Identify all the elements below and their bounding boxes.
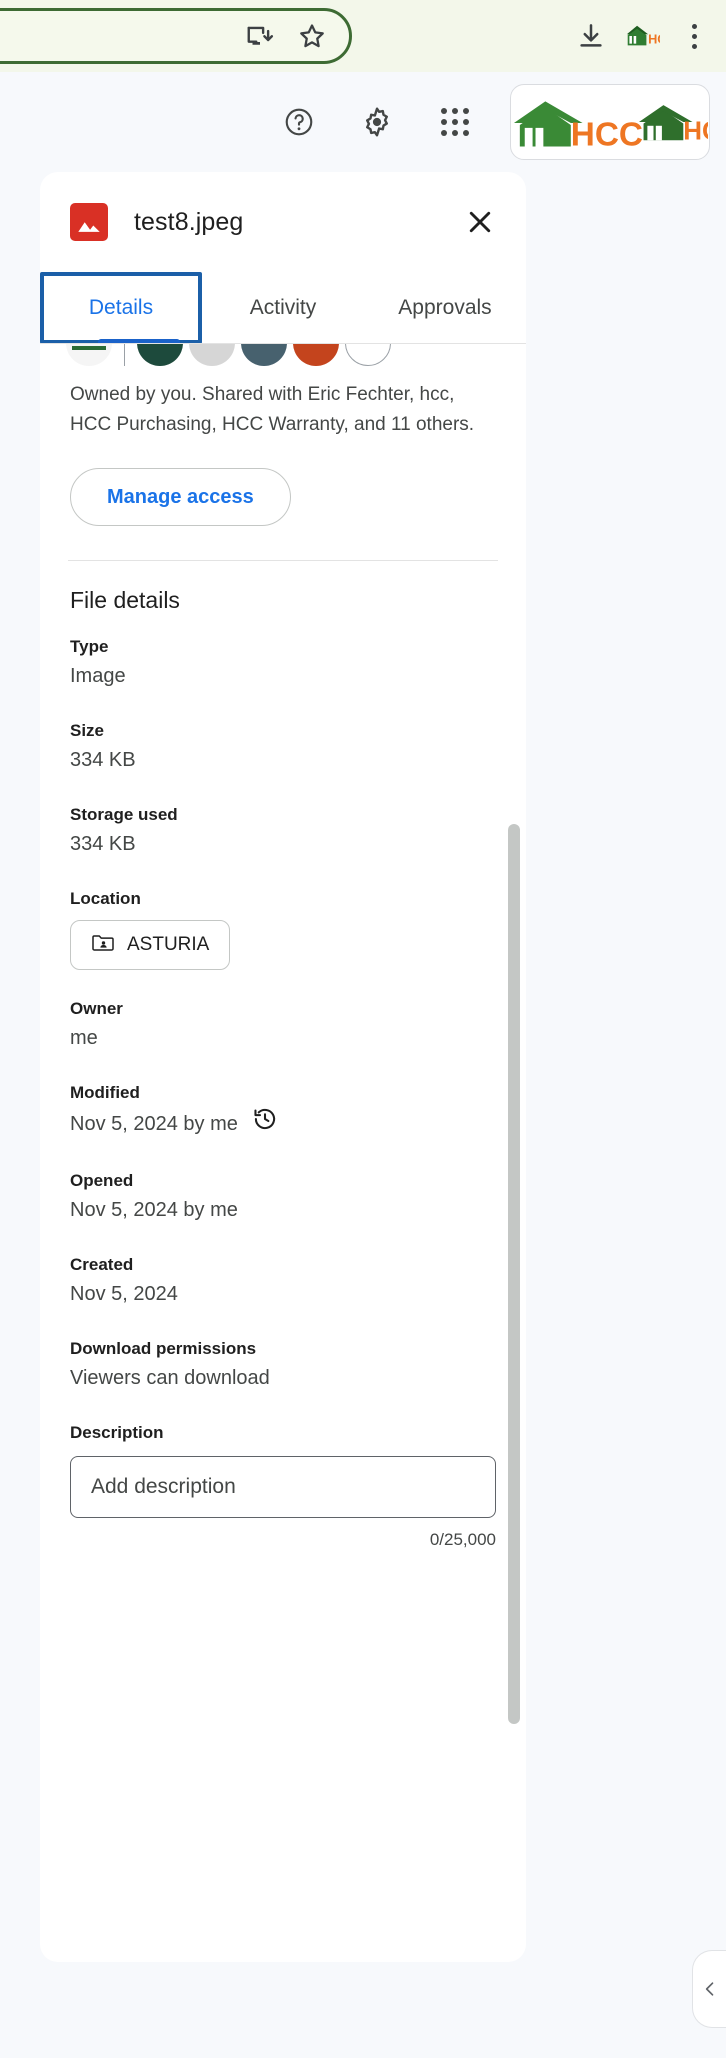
- kebab-dot: [691, 33, 697, 39]
- collapse-panel-button[interactable]: [692, 1950, 726, 2028]
- apps-grid-dots: [440, 107, 470, 137]
- field-value: 334 KB: [70, 833, 136, 855]
- field-location: Location ASTURIA: [70, 886, 496, 970]
- hcc-account-logo[interactable]: HCC HCC: [510, 84, 710, 160]
- chevron-left-icon: [705, 1982, 713, 1996]
- tab-activity-label: Activity: [249, 296, 317, 319]
- field-value: me: [70, 1027, 98, 1049]
- field-label: Owner: [70, 999, 123, 1018]
- field-value: Image: [70, 665, 126, 687]
- panel-tabs: Details Activity Approvals: [40, 272, 526, 344]
- field-label: Description: [70, 1423, 164, 1442]
- field-label: Type: [70, 637, 109, 656]
- field-owner: Owner me: [70, 996, 496, 1054]
- kebab-menu-icon[interactable]: [680, 19, 708, 53]
- field-label: Created: [70, 1255, 134, 1274]
- omnibox[interactable]: [0, 8, 352, 64]
- shared-avatars[interactable]: [40, 344, 526, 366]
- tab-details-label: Details: [88, 296, 154, 319]
- avatar-separator: [124, 344, 125, 366]
- field-label: Storage used: [70, 805, 178, 824]
- file-details-section: File details Type Image Size 334 KB Stor…: [40, 561, 526, 1550]
- page-title: test8.jpeg: [134, 207, 244, 236]
- field-value: Nov 5, 2024 by me: [70, 1199, 238, 1221]
- download-icon[interactable]: [576, 21, 606, 51]
- avatar-overflow[interactable]: [345, 344, 391, 366]
- field-value: 334 KB: [70, 749, 136, 771]
- manage-access-wrap: Manage access: [40, 440, 526, 526]
- gear-icon[interactable]: [354, 99, 400, 145]
- avatar[interactable]: [189, 344, 235, 366]
- description-input[interactable]: Add description: [70, 1456, 496, 1518]
- svg-text:HCC: HCC: [683, 116, 708, 146]
- hcc-extension-icon[interactable]: HCC: [626, 19, 660, 53]
- tab-details[interactable]: Details: [40, 272, 202, 344]
- field-value: Viewers can download: [70, 1367, 270, 1389]
- svg-text:HCC: HCC: [648, 32, 660, 47]
- avatar[interactable]: [241, 344, 287, 366]
- avatar[interactable]: [293, 344, 339, 366]
- field-label: Size: [70, 721, 105, 740]
- field-created: Created Nov 5, 2024: [70, 1252, 496, 1310]
- cast-icon[interactable]: [245, 21, 275, 51]
- browser-toolbar: HCC: [0, 0, 726, 72]
- file-details-heading: File details: [70, 587, 180, 613]
- field-label: Download permissions: [70, 1339, 257, 1358]
- sharing-summary: Owned by you. Shared with Eric Fechter, …: [70, 384, 475, 435]
- avatar[interactable]: [137, 344, 183, 366]
- field-opened: Opened Nov 5, 2024 by me: [70, 1168, 496, 1226]
- field-download-permissions: Download permissions Viewers can downloa…: [70, 1336, 496, 1394]
- field-description: Description Add description 0/25,000: [70, 1420, 496, 1550]
- panel-scrollbar[interactable]: [508, 824, 520, 1724]
- star-icon[interactable]: [297, 21, 327, 51]
- tab-approvals-label: Approvals: [398, 296, 492, 319]
- version-history-icon[interactable]: [252, 1106, 278, 1142]
- field-value-row: Nov 5, 2024 by me: [70, 1106, 496, 1142]
- field-label: Opened: [70, 1171, 134, 1190]
- description-char-counter: 0/25,000: [429, 1530, 496, 1549]
- kebab-dot: [691, 43, 697, 49]
- tab-approvals[interactable]: Approvals: [364, 272, 526, 344]
- location-folder-name: ASTURIA: [127, 934, 210, 955]
- field-modified: Modified Nov 5, 2024 by me: [70, 1080, 496, 1142]
- location-folder-chip[interactable]: ASTURIA: [70, 920, 231, 970]
- manage-access-button[interactable]: Manage access: [70, 468, 291, 526]
- field-size: Size 334 KB: [70, 718, 496, 776]
- panel-scroll-body[interactable]: Owned by you. Shared with Eric Fechter, …: [40, 344, 526, 1962]
- avatar[interactable]: [66, 344, 112, 366]
- field-value: Nov 5, 2024: [70, 1283, 178, 1305]
- field-label: Location: [70, 889, 141, 908]
- file-details-panel: test8.jpeg Details Activity Approvals Ow…: [40, 172, 526, 1962]
- image-file-icon: [70, 203, 108, 241]
- shared-folder-icon: [91, 932, 115, 958]
- field-value: Nov 5, 2024 by me: [70, 1113, 238, 1135]
- drive-top-toolbar: HCC HCC: [0, 72, 726, 172]
- field-label: Modified: [70, 1083, 140, 1102]
- field-storage-used: Storage used 334 KB: [70, 802, 496, 860]
- apps-grid-icon[interactable]: [432, 99, 478, 145]
- panel-header: test8.jpeg: [40, 172, 526, 272]
- svg-text:HCC: HCC: [571, 117, 643, 153]
- kebab-dot: [691, 23, 697, 29]
- browser-action-buttons: HCC: [576, 0, 716, 72]
- close-icon[interactable]: [460, 202, 500, 242]
- tab-activity[interactable]: Activity: [202, 272, 364, 344]
- help-icon[interactable]: [276, 99, 322, 145]
- field-type: Type Image: [70, 634, 496, 692]
